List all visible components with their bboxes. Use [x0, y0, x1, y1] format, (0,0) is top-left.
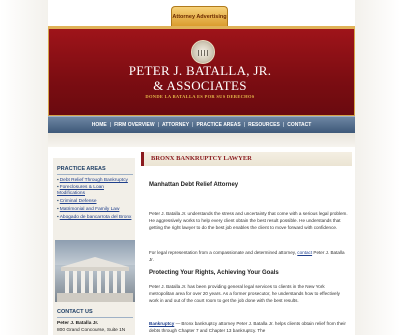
- nav-firm-overview[interactable]: FIRM OVERVIEW: [111, 122, 157, 128]
- contact-title: CONTACT US: [57, 309, 93, 315]
- heading-debt-relief: Manhattan Debt Relief Attorney: [149, 182, 239, 188]
- courthouse-photo: [55, 240, 135, 302]
- sidebar-link-label[interactable]: Matrimonial and Family Law: [60, 207, 120, 212]
- heading-protecting-rights: Protecting Your Rights, Achieving Your G…: [149, 270, 279, 276]
- nav-attorney[interactable]: ATTORNEY: [159, 122, 192, 128]
- intro-paragraph: Peter J. Batalla Jr. understands the str…: [149, 211, 348, 231]
- sidebar-link-label[interactable]: Foreclosures & Loan Modifications: [57, 185, 104, 196]
- main-navigation: HOME | FIRM OVERVIEW | ATTORNEY | PRACTI…: [48, 116, 355, 133]
- sidebar-title: PRACTICE AREAS: [57, 166, 106, 172]
- bullet-icon: ▪: [57, 178, 59, 183]
- sidebar-link-criminal[interactable]: ▪Criminal Defense: [57, 199, 133, 205]
- sidebar-link-label[interactable]: Abogado de bancarrota del Bronx: [60, 215, 132, 220]
- bullet-icon: ▪: [57, 199, 59, 204]
- contact-paragraph: For legal representation from a compassi…: [149, 249, 349, 263]
- experience-paragraph: Peter J. Batalla Jr. has been providing …: [149, 284, 340, 304]
- sidebar-divider: [57, 174, 133, 175]
- nav-home[interactable]: HOME: [89, 122, 110, 128]
- right-backdrop: [355, 0, 400, 335]
- sidebar-link-bankruptcy[interactable]: ▪Debt Relief Through Bankruptcy: [57, 178, 133, 184]
- firm-name-associates[interactable]: & ASSOCIATES: [100, 79, 300, 92]
- sidebar-link-foreclosures[interactable]: ▪Foreclosures & Loan Modifications: [57, 185, 133, 197]
- bankruptcy-link[interactable]: Bankruptcy: [149, 321, 174, 326]
- contact-name: Peter J. Batalla Jr.: [57, 321, 99, 326]
- left-backdrop: [0, 0, 48, 335]
- firm-name[interactable]: PETER J. BATALLA, JR.: [100, 64, 300, 77]
- bullet-icon: ▪: [57, 207, 59, 212]
- contact-paragraph-text: For legal representation from a compassi…: [149, 250, 296, 255]
- sidebar-link-label[interactable]: Criminal Defense: [60, 199, 97, 204]
- contact-divider: [57, 317, 133, 318]
- bullet-icon: ▪: [57, 215, 59, 220]
- sidebar-link-matrimonial[interactable]: ▪Matrimonial and Family Law: [57, 207, 133, 213]
- contact-link[interactable]: contact: [297, 250, 312, 255]
- contact-address: 800 Grand Concourse, Suite 1N: [57, 328, 126, 333]
- sidebar-link-abogado[interactable]: ▪Abogado de bancarrota del Bronx: [57, 215, 133, 221]
- bankruptcy-paragraph-text: — Bronx bankruptcy attorney Peter J. Bat…: [149, 321, 346, 334]
- page-title: BRONX BANKRUPTCY LAWYER: [141, 152, 352, 166]
- header-gold-trim: [48, 26, 355, 29]
- bankruptcy-paragraph: Bankruptcy — Bronx bankruptcy attorney P…: [149, 320, 349, 334]
- attorney-advertising-tab: Attorney Advertising: [171, 6, 228, 27]
- sidebar-link-label[interactable]: Debt Relief Through Bankruptcy: [60, 178, 128, 183]
- nav-resources[interactable]: RESOURCES: [245, 122, 283, 128]
- nav-shadow-band: [48, 133, 355, 147]
- nav-practice-areas[interactable]: PRACTICE AREAS: [193, 122, 243, 128]
- courthouse-seal-icon: [191, 40, 215, 64]
- nav-contact[interactable]: CONTACT: [284, 122, 314, 128]
- firm-tagline: DONDE LA BATALLA ES POR SUS DERECHOS: [145, 94, 255, 99]
